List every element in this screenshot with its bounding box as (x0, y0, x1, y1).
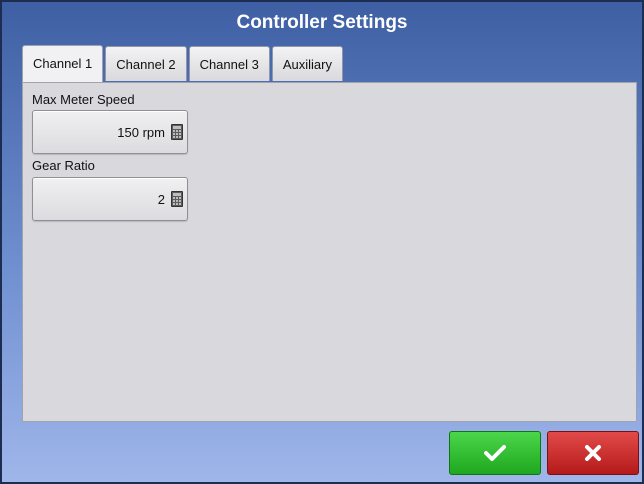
tab-channel-2[interactable]: Channel 2 (105, 46, 187, 81)
gear-ratio-label: Gear Ratio (32, 158, 95, 173)
window-title: Controller Settings (236, 12, 408, 33)
max-meter-speed-value: 150 rpm (117, 124, 165, 140)
max-meter-speed-label: Max Meter Speed (32, 92, 135, 107)
calculator-icon (171, 124, 183, 140)
x-close-icon (585, 445, 601, 461)
cancel-button[interactable] (547, 431, 639, 475)
tab-channel-1[interactable]: Channel 1 (22, 45, 104, 82)
settings-panel: Max Meter Speed 150 rpm Gear Ratio 2 (22, 82, 637, 422)
checkmark-icon (484, 445, 506, 461)
gear-ratio-value: 2 (157, 191, 165, 207)
ok-button[interactable] (449, 431, 541, 475)
tab-bar: Channel 1 Channel 2 Channel 3 Auxiliary (22, 45, 343, 82)
controller-settings-window: Controller Settings Channel 1 Channel 2 … (0, 0, 644, 484)
tab-auxiliary[interactable]: Auxiliary (271, 46, 343, 81)
max-meter-speed-button[interactable]: 150 rpm (32, 110, 188, 154)
tab-channel-3[interactable]: Channel 3 (188, 46, 270, 81)
calculator-icon (171, 191, 183, 207)
gear-ratio-button[interactable]: 2 (32, 177, 188, 221)
